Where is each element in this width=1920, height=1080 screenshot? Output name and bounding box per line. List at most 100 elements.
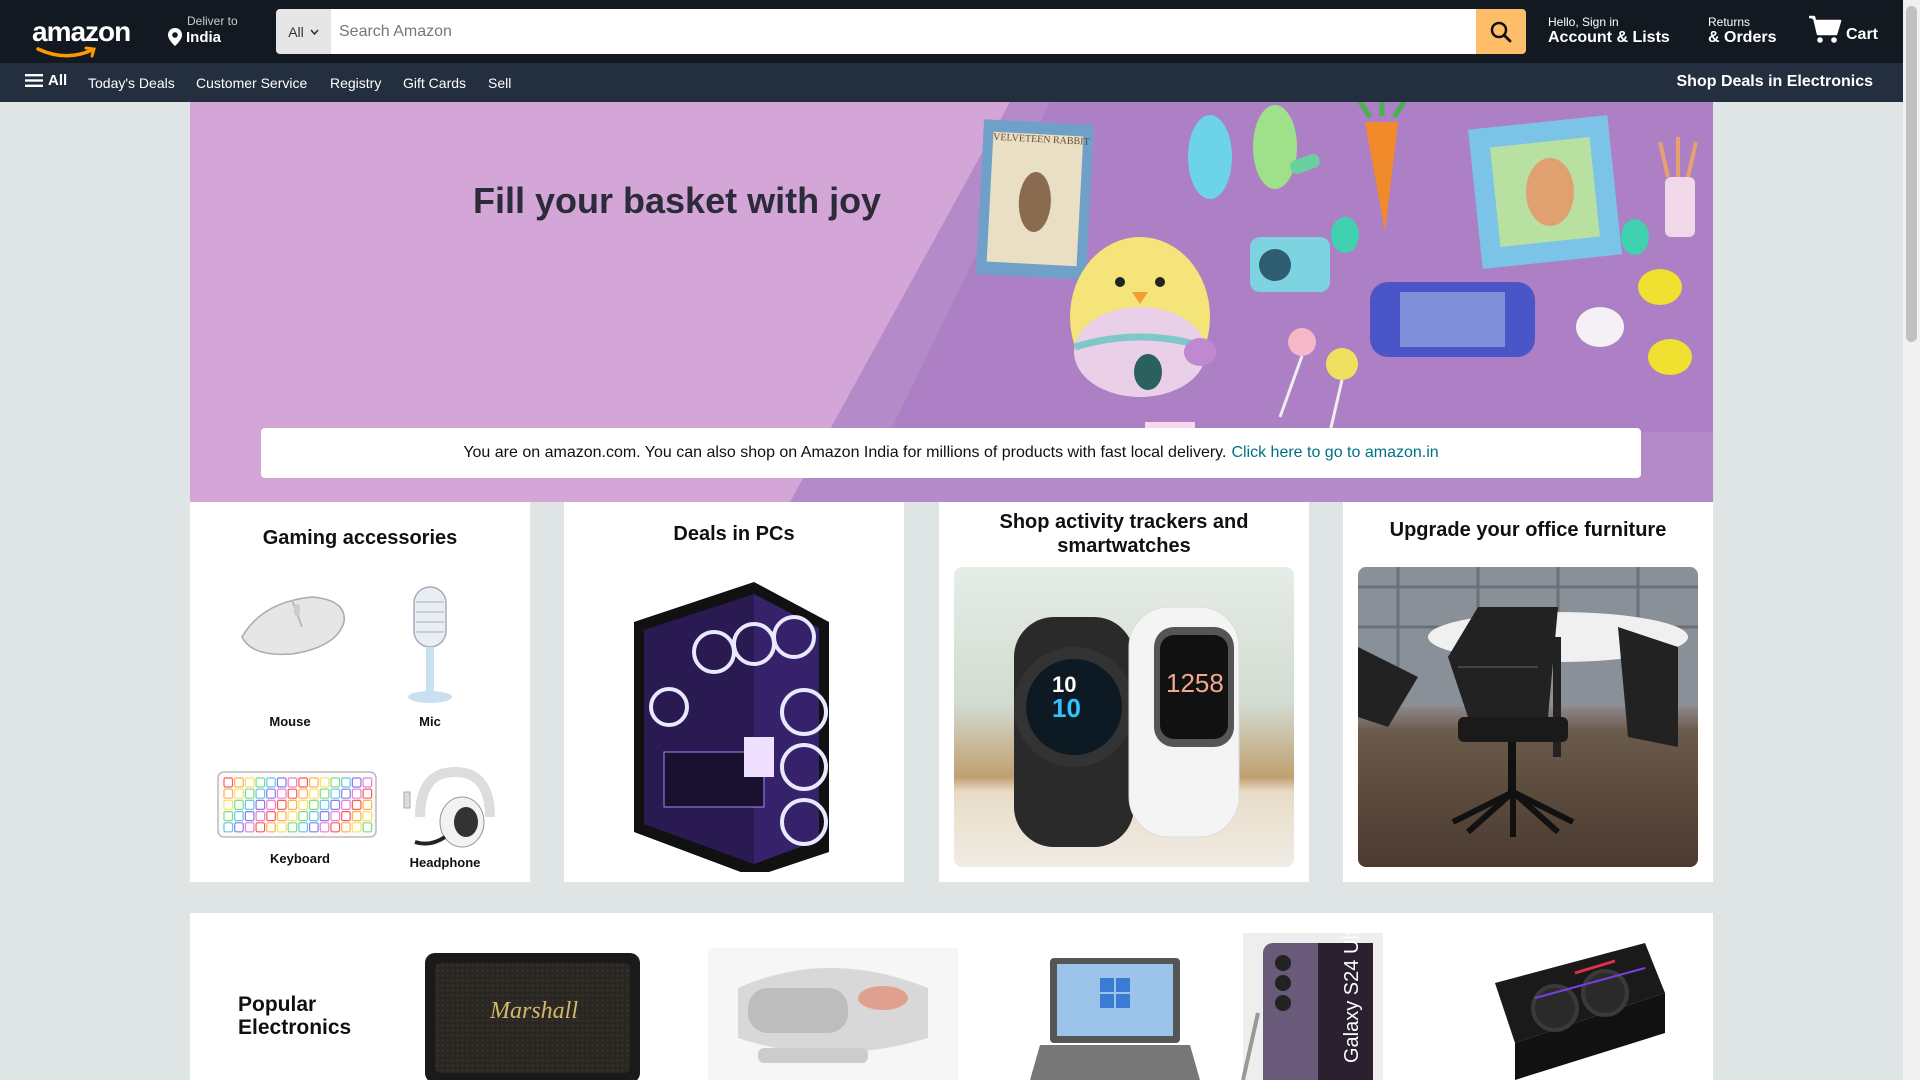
keyboard-key bbox=[362, 799, 373, 811]
keyboard-key bbox=[244, 788, 255, 799]
keyboard-key bbox=[255, 810, 266, 822]
keyboard-key bbox=[298, 822, 309, 833]
gaming-item-label-headphone[interactable]: Headphone bbox=[400, 855, 490, 870]
keyboard-key bbox=[266, 810, 276, 822]
keyboard-key bbox=[287, 822, 298, 833]
graphics-card-image[interactable] bbox=[1475, 943, 1675, 1080]
keyboard-key bbox=[255, 799, 266, 811]
gaming-item-label-mouse[interactable]: Mouse bbox=[250, 714, 330, 729]
search-button[interactable] bbox=[1476, 9, 1526, 54]
popular-electronics-row: Popular Electronics Marshall Galaxy S24 … bbox=[190, 913, 1713, 1080]
keyboard-key bbox=[287, 788, 298, 799]
hero-banner[interactable]: VELVETEEN RABBIT Fill your basket with j… bbox=[190, 102, 1713, 502]
samsung-phone-image[interactable]: Galaxy S24 Ultra bbox=[1233, 933, 1433, 1080]
deliver-to-location[interactable]: Deliver to India bbox=[168, 14, 238, 46]
account-greeting: Hello, Sign in bbox=[1548, 15, 1619, 29]
card-office-furniture: Upgrade your office furniture bbox=[1343, 502, 1713, 882]
keyboard-key bbox=[341, 799, 351, 811]
keyboard-key bbox=[266, 822, 276, 833]
nav-link-customer-service[interactable]: Customer Service bbox=[196, 75, 307, 91]
keyboard-key bbox=[266, 799, 276, 811]
smartwatch-image[interactable]: 10 10 1258 bbox=[954, 567, 1294, 867]
logo-smile-icon bbox=[36, 46, 96, 58]
deliver-location: India bbox=[186, 28, 222, 46]
hamburger-menu-icon bbox=[25, 74, 43, 87]
keyboard-key bbox=[341, 822, 351, 833]
mic-image[interactable] bbox=[400, 582, 460, 707]
keyboard-key bbox=[234, 777, 244, 788]
headphone-image[interactable] bbox=[400, 762, 500, 852]
keyboard-key bbox=[255, 788, 266, 799]
keyboard-key bbox=[223, 777, 234, 788]
keyboard-key bbox=[351, 810, 362, 822]
keyboard-key bbox=[330, 810, 341, 822]
watch1-minute: 10 bbox=[1052, 693, 1081, 723]
keyboard-key bbox=[298, 777, 309, 788]
keyboard-key bbox=[276, 788, 287, 799]
keyboard-key bbox=[287, 777, 298, 788]
keyboard-key bbox=[362, 810, 373, 822]
promo-link-electronics-deals[interactable]: Shop Deals in Electronics bbox=[1677, 73, 1874, 91]
nav-link-gift-cards[interactable]: Gift Cards bbox=[403, 75, 466, 91]
keyboard-key bbox=[223, 822, 234, 833]
logo-text: amazon bbox=[32, 16, 131, 47]
phone-model-text: Galaxy S24 Ultra bbox=[1341, 933, 1363, 1063]
card-gaming-accessories: Gaming accessories Mouse Mic Keyboard He… bbox=[190, 502, 530, 882]
card-title-furniture[interactable]: Upgrade your office furniture bbox=[1343, 518, 1713, 542]
keyboard-key bbox=[223, 788, 234, 799]
keyboard-key bbox=[308, 822, 319, 833]
search-icon bbox=[1490, 21, 1512, 42]
keyboard-key bbox=[276, 822, 287, 833]
keyboard-key bbox=[234, 788, 244, 799]
keyboard-key bbox=[298, 810, 309, 822]
amazon-logo[interactable]: amazon bbox=[32, 16, 132, 58]
keyboard-key bbox=[351, 799, 362, 811]
keyboard-key bbox=[234, 799, 244, 811]
gaming-item-label-mic[interactable]: Mic bbox=[390, 714, 470, 729]
keyboard-key bbox=[298, 788, 309, 799]
keyboard-key bbox=[308, 810, 319, 822]
amazon-india-link[interactable]: Click here to go to amazon.in bbox=[1231, 444, 1438, 462]
mouse-image[interactable] bbox=[232, 582, 352, 662]
search-input[interactable] bbox=[331, 9, 1476, 54]
keyboard-key bbox=[330, 799, 341, 811]
all-menu-button[interactable]: All bbox=[25, 72, 67, 89]
account-and-lists[interactable]: Hello, Sign in Account & Lists bbox=[1548, 15, 1670, 47]
card-title-gaming[interactable]: Gaming accessories bbox=[190, 526, 530, 550]
marshall-speaker-image[interactable]: Marshall bbox=[420, 948, 645, 1080]
card-title-trackers[interactable]: Shop activity trackers and smartwatches bbox=[939, 510, 1309, 558]
gaming-item-label-keyboard[interactable]: Keyboard bbox=[260, 851, 340, 866]
keyboard-key bbox=[319, 810, 330, 822]
keyboard-image[interactable] bbox=[216, 764, 378, 844]
keyboard-key bbox=[351, 777, 362, 788]
laptop-image[interactable] bbox=[1010, 953, 1210, 1080]
keyboard-key bbox=[308, 777, 319, 788]
card-title-pcs[interactable]: Deals in PCs bbox=[564, 522, 904, 546]
scrollbar-thumb[interactable] bbox=[1906, 6, 1917, 342]
deliver-small-label: Deliver to bbox=[187, 14, 238, 28]
returns-and-orders[interactable]: Returns & Orders bbox=[1708, 15, 1776, 47]
search-category-select[interactable]: All bbox=[276, 9, 331, 54]
account-lists-label: Account & Lists bbox=[1548, 29, 1670, 46]
office-chair-image[interactable] bbox=[1358, 567, 1698, 867]
nav-link-todays-deals[interactable]: Today's Deals bbox=[88, 75, 175, 91]
vr-headset-image[interactable] bbox=[708, 948, 958, 1080]
all-menu-label: All bbox=[48, 72, 68, 89]
amazon-india-notice: You are on amazon.com. You can also shop… bbox=[261, 428, 1641, 478]
page-scrollbar[interactable] bbox=[1903, 0, 1920, 1080]
cart-button[interactable]: Cart bbox=[1808, 14, 1878, 44]
keyboard-key bbox=[255, 777, 266, 788]
orders-label: & Orders bbox=[1708, 29, 1777, 46]
keyboard-key bbox=[341, 788, 351, 799]
speaker-brand-text: Marshall bbox=[489, 998, 578, 1024]
keyboard-key bbox=[276, 777, 287, 788]
location-pin-icon bbox=[168, 28, 182, 46]
keyboard-key bbox=[362, 788, 373, 799]
keyboard-key bbox=[319, 788, 330, 799]
pc-case-image[interactable] bbox=[604, 582, 864, 872]
nav-link-registry[interactable]: Registry bbox=[330, 75, 381, 91]
hero-title: Fill your basket with joy bbox=[473, 180, 882, 221]
nav-link-sell[interactable]: Sell bbox=[488, 75, 511, 91]
chevron-down-icon bbox=[310, 28, 319, 35]
secondary-navigation-bar: All Today's Deals Customer Service Regis… bbox=[0, 63, 1903, 102]
